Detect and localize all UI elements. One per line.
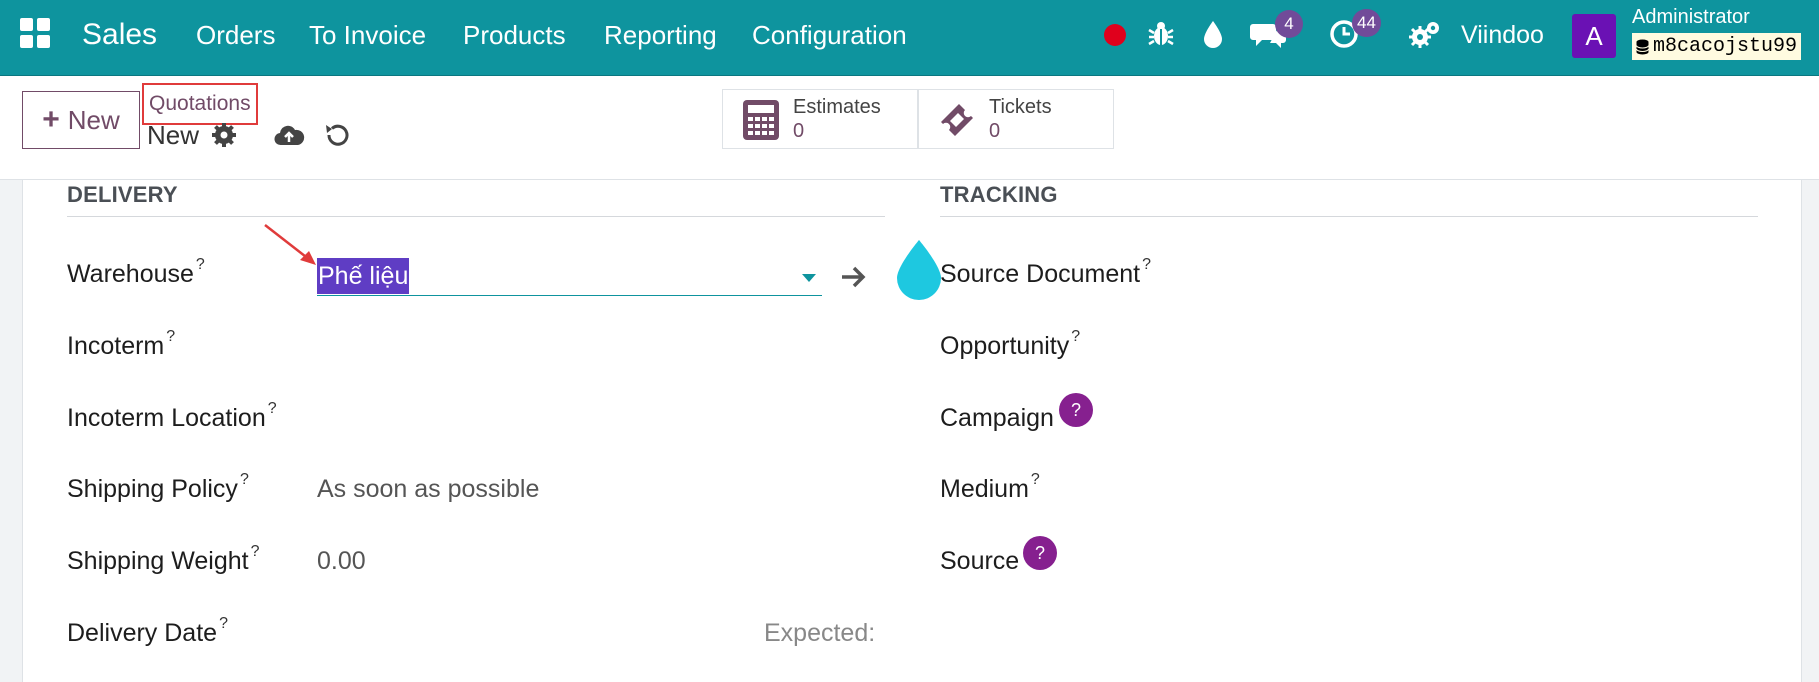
company-switcher[interactable]: Viindoo [1461,0,1544,70]
expected-date-label: Expected: [764,619,876,647]
settings-gears-icon[interactable] [1408,18,1442,50]
medium-label: Medium? [940,471,1040,503]
database-icon [1636,39,1649,54]
tickets-count: 0 [989,120,1001,142]
control-panel: + New Quotations New Estimates 0 Tickets [0,76,1819,180]
user-avatar[interactable]: A [1572,14,1616,58]
campaign-help-icon[interactable]: ? [1059,393,1093,427]
incoterm-label: Incoterm? [67,328,176,360]
estimates-smart-button[interactable]: Estimates 0 [722,89,918,149]
tickets-label: Tickets [989,96,1052,118]
help-tooltip-icon[interactable]: ? [166,328,175,345]
warehouse-label: Warehouse? [67,256,205,288]
record-icon[interactable] [1099,19,1131,51]
estimates-label: Estimates [793,96,881,118]
menu-products[interactable]: Products [463,0,566,70]
help-tooltip-icon[interactable]: ? [1071,328,1080,345]
annotation-arrow-icon [264,224,316,265]
menu-configuration[interactable]: Configuration [752,0,907,70]
source-label: Source [940,547,1020,575]
plus-icon: + [42,103,60,136]
user-name[interactable]: Administrator [1632,6,1750,29]
menu-reporting[interactable]: Reporting [604,0,717,70]
warehouse-input[interactable]: Phế liệu [317,258,822,296]
help-tooltip-icon[interactable]: ? [240,471,249,488]
tracking-section-title: TRACKING [940,182,1758,217]
cloud-upload-icon[interactable] [273,121,305,149]
top-navbar: Sales Orders To Invoice Products Reporti… [0,0,1819,76]
database-name: m8cacojstu99 [1653,35,1798,58]
debug-bug-icon[interactable] [1145,18,1177,50]
new-button[interactable]: + New [22,91,140,149]
estimates-count: 0 [793,120,805,142]
calculator-icon [743,100,779,140]
menu-orders[interactable]: Orders [196,0,275,70]
menu-to-invoice[interactable]: To Invoice [309,0,426,70]
source-document-label: Source Document? [940,256,1152,288]
help-tooltip-icon[interactable]: ? [1031,471,1040,488]
help-tooltip-icon[interactable]: ? [219,615,228,632]
breadcrumb-quotations[interactable]: Quotations [142,83,258,125]
delivery-date-label: Delivery Date? [67,615,228,647]
shipping-weight-label: Shipping Weight? [67,543,260,575]
app-brand[interactable]: Sales [82,0,157,70]
help-tooltip-icon[interactable]: ? [196,256,205,273]
shipping-policy-field[interactable]: As soon as possible [317,475,539,504]
shipping-policy-label: Shipping Policy? [67,471,249,503]
internal-link-arrow-icon[interactable] [839,264,869,290]
database-chip: m8cacojstu99 [1632,33,1802,60]
source-help-icon[interactable]: ? [1023,536,1057,570]
campaign-label: Campaign [940,404,1054,432]
record-name: New [147,120,200,150]
activities-count-badge: 44 [1352,9,1381,37]
gear-icon[interactable] [210,121,238,149]
help-tooltip-icon[interactable]: ? [268,400,277,417]
dropdown-caret-icon[interactable] [802,274,816,282]
shipping-weight-field[interactable]: 0.00 [317,547,366,576]
droplet-icon[interactable] [1197,18,1229,50]
messages-count-badge: 4 [1275,10,1303,38]
apps-menu-icon[interactable] [20,18,50,48]
help-tooltip-icon[interactable]: ? [1142,256,1151,273]
help-tooltip-icon[interactable]: ? [251,543,260,560]
droplet-cursor-icon [897,240,941,300]
new-button-label: New [67,104,120,135]
discard-undo-icon[interactable] [323,121,351,149]
warehouse-selected-text[interactable]: Phế liệu [317,258,410,294]
delivery-section-title: DELIVERY [67,182,885,217]
tickets-smart-button[interactable]: Tickets 0 [918,89,1114,149]
incoterm-location-label: Incoterm Location? [67,400,277,432]
opportunity-label: Opportunity? [940,328,1081,360]
ticket-icon [941,104,973,136]
